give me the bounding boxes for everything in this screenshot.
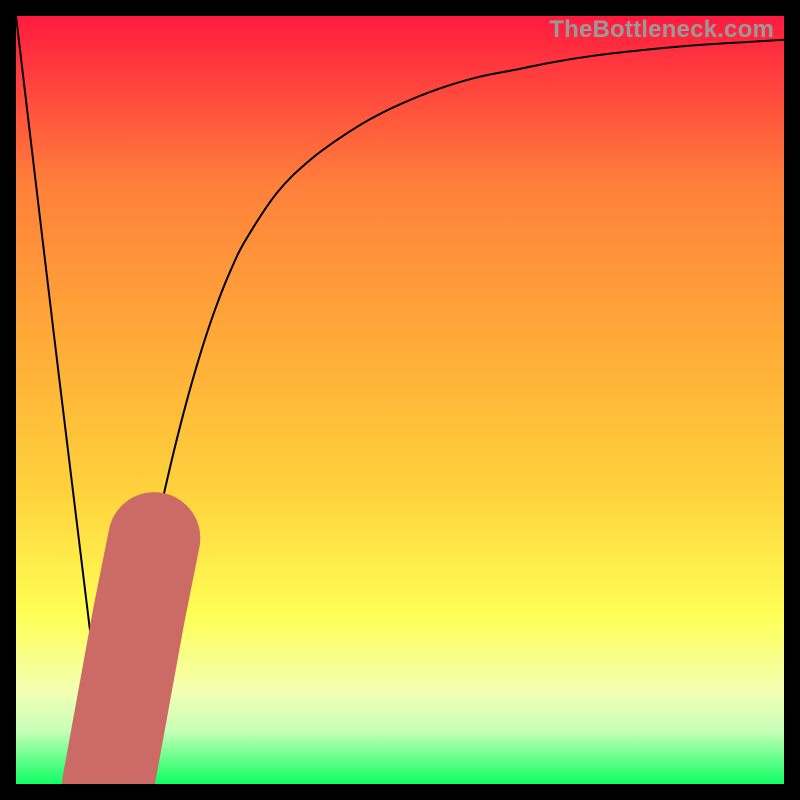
- bottleneck-chart: [16, 16, 784, 784]
- highlight-segment: [108, 538, 154, 784]
- watermark-text: TheBottleneck.com: [549, 16, 774, 44]
- chart-frame: TheBottleneck.com: [0, 0, 800, 800]
- plot-area: TheBottleneck.com: [16, 16, 784, 784]
